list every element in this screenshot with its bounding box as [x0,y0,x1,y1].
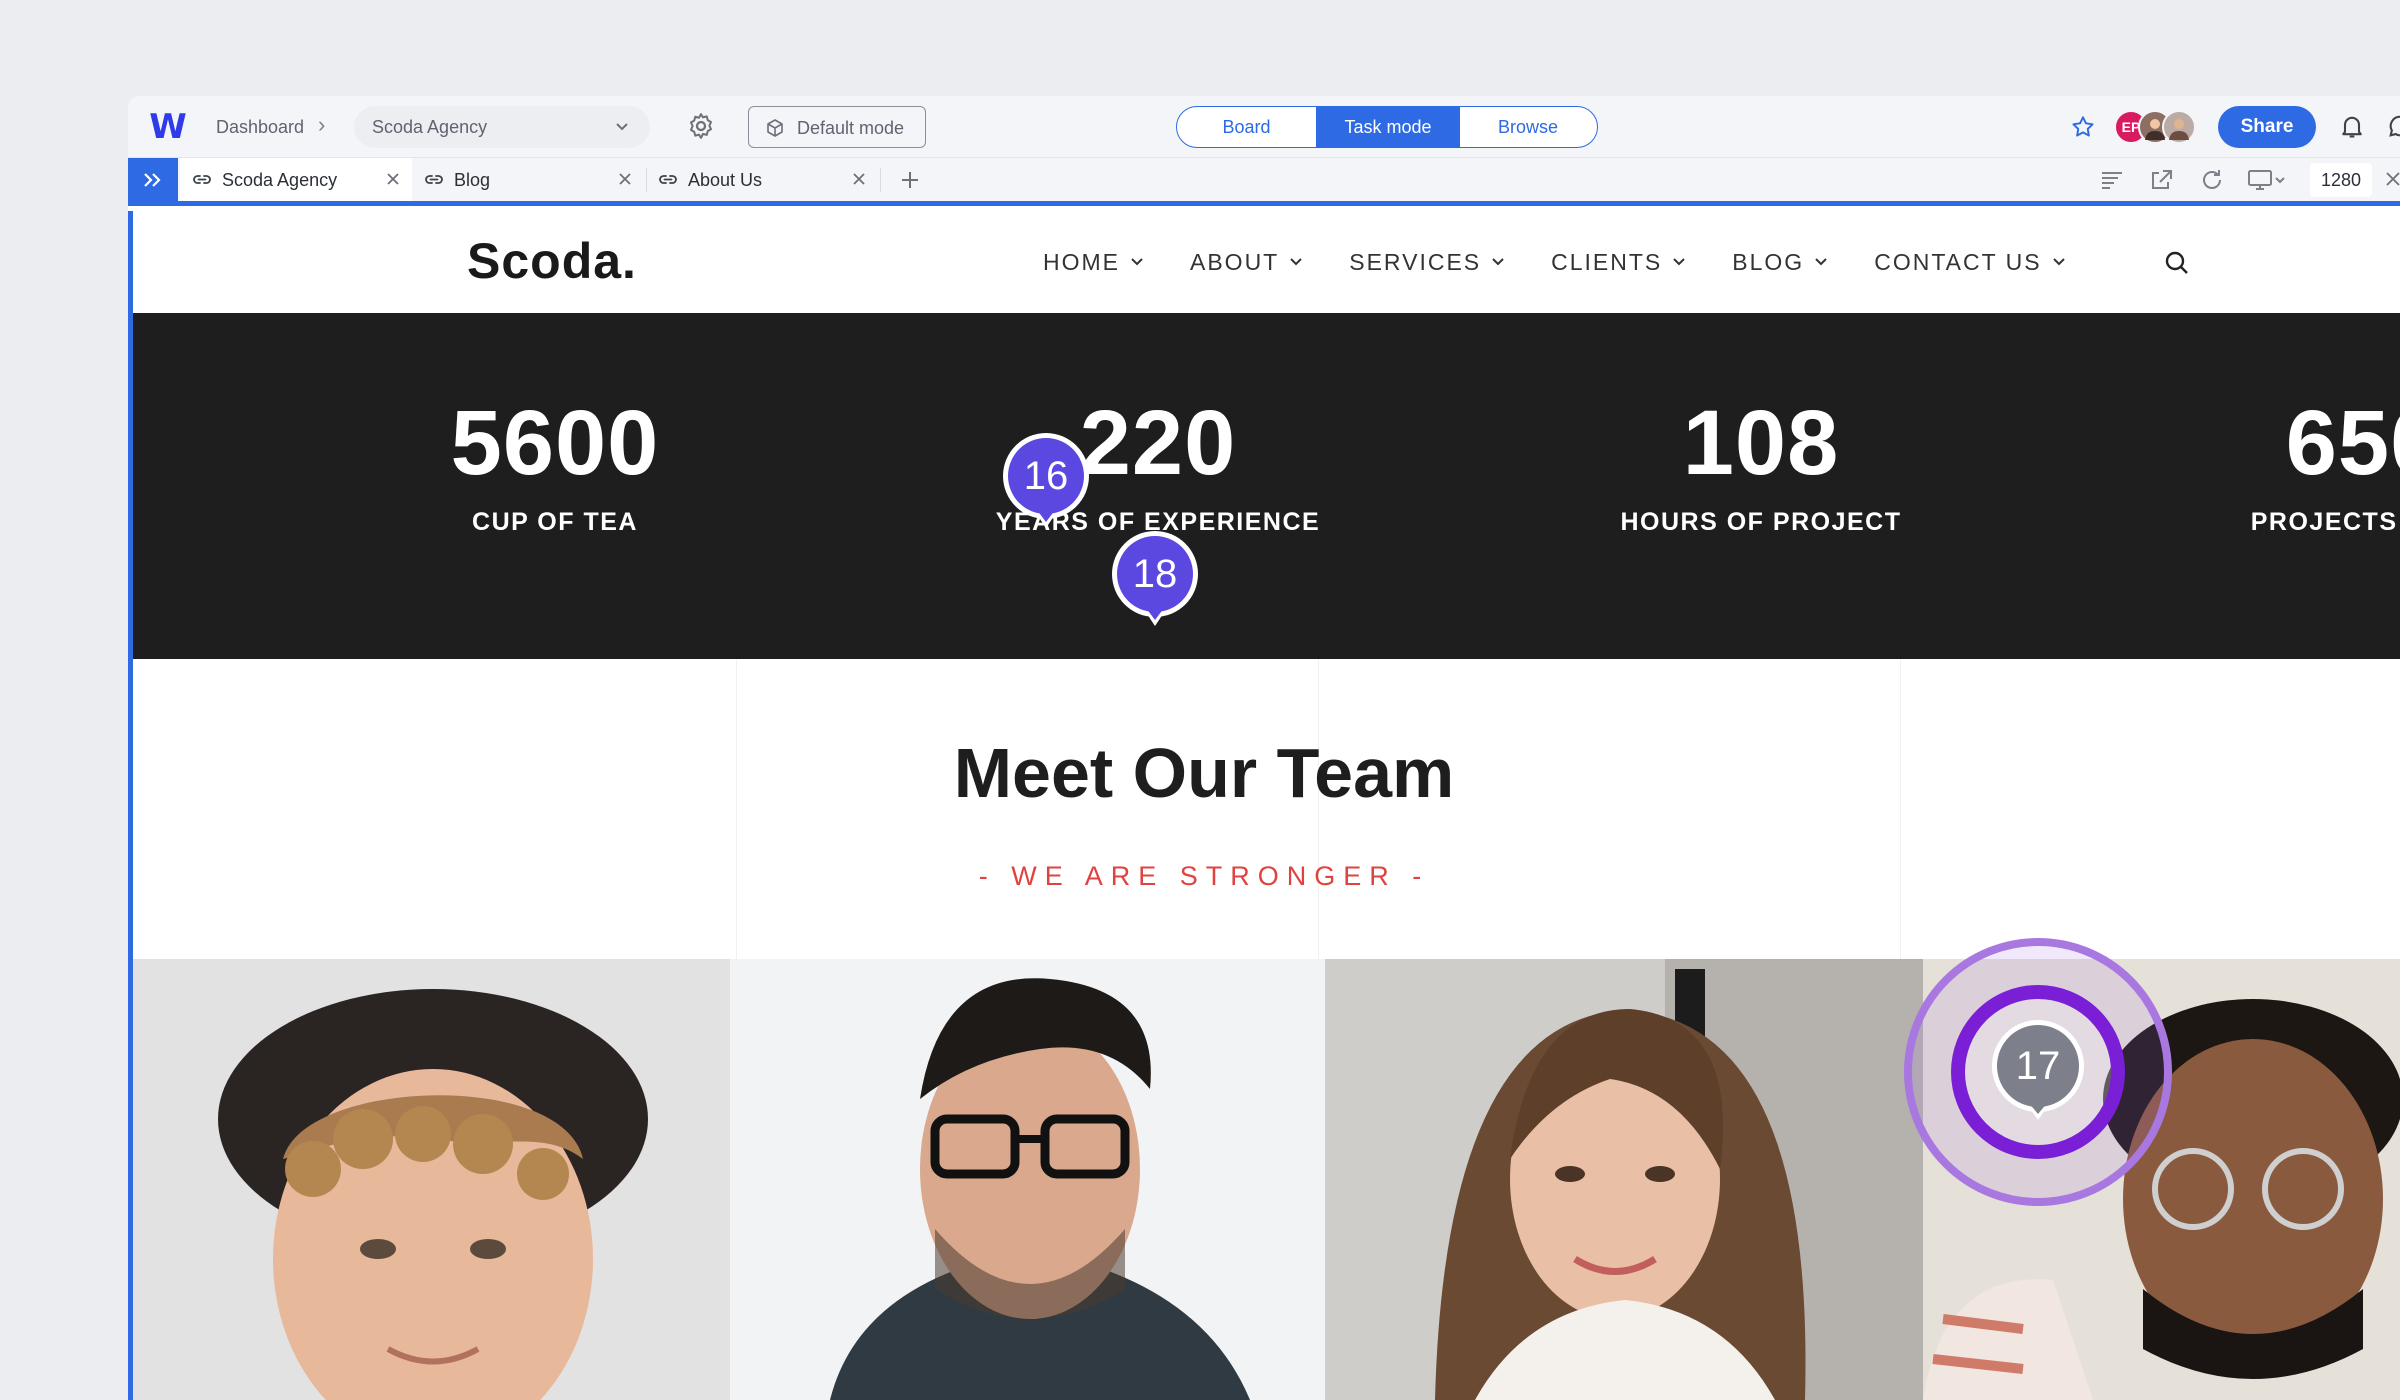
chevron-down-icon [1492,258,1504,266]
cube-icon [767,119,783,137]
close-icon[interactable] [384,170,402,188]
chevron-down-icon [616,123,628,131]
stats-section: 5600 CUP OF TEA 220 YEARS OF EXPERIENCE … [133,313,2400,659]
site-header: Scoda. HOME ABOUT SERVICES CLIENTS BLOG … [133,211,2400,313]
marker-number: 16 [1023,453,1069,498]
browse-mode-button[interactable]: Browse [1459,107,1596,147]
device-preview-icon[interactable] [2246,167,2286,193]
marker-number: 18 [1132,551,1178,596]
tab-label: About Us [688,170,763,190]
refresh-icon[interactable] [2198,167,2226,193]
external-link-icon[interactable] [2148,167,2176,193]
board-mode-button[interactable]: Board [1177,107,1317,147]
view-mode-switch: Board Task mode Browse [1176,106,1598,148]
default-mode-label: Default mode [797,118,905,138]
marker-number: 17 [2015,1043,2061,1088]
star-icon[interactable] [2070,114,2096,140]
tab-divider [880,168,881,192]
chevron-down-icon [1815,258,1827,266]
nav-label: CONTACT US [1874,249,2042,275]
stat-label: HOURS OF PROJECT [1620,508,1902,536]
share-button[interactable]: Share [2218,106,2316,148]
user-photo-icon [2169,119,2189,140]
nav-label: ABOUT [1190,249,1280,275]
link-icon [659,175,677,184]
stat-item: 650 PROJECTS WINS [2164,393,2400,537]
team-title: Meet Our Team [953,734,1455,812]
bell-icon[interactable] [2338,112,2366,140]
project-select-value: Scoda Agency [372,117,488,137]
chevron-down-icon [1673,258,1685,266]
list-icon[interactable] [2098,167,2126,193]
chevron-down-icon [2052,258,2065,266]
breadcrumb-dashboard[interactable]: Dashboard [216,116,304,138]
stat-value: 108 [1682,392,1840,494]
link-icon [193,175,211,184]
site-nav: HOME ABOUT SERVICES CLIENTS BLOG CONTACT… [1043,247,2112,277]
nav-item-contact-us[interactable]: CONTACT US [1874,247,2065,277]
team-member-photo[interactable] [133,959,730,1400]
site-logo[interactable]: Scoda. [467,233,637,289]
nav-item-home[interactable]: HOME [1043,247,1144,277]
nav-item-clients[interactable]: CLIENTS [1551,247,1686,277]
tab-scoda-agency[interactable]: Scoda Agency [180,158,412,201]
project-select[interactable]: Scoda Agency [354,106,650,148]
close-icon[interactable] [616,170,634,188]
comment-icon[interactable] [2386,112,2400,140]
close-icon[interactable] [850,170,868,188]
app-window: W Dashboard › Scoda Agency Default mode … [128,96,2400,1400]
collaborator-avatars[interactable]: EP [2114,110,2204,144]
chevron-down-icon [1131,258,1143,266]
page-tab-bar: Scoda Agency Blog About Us 1280 [128,158,2400,206]
nav-label: CLIENTS [1551,249,1663,275]
default-mode-button[interactable]: Default mode [748,106,926,148]
tab-label: Scoda Agency [222,170,338,190]
team-member-1-image [133,959,730,1400]
top-toolbar: W Dashboard › Scoda Agency Default mode … [128,96,2400,158]
team-member-photo[interactable] [730,959,1325,1400]
stat-label: CUP OF TEA [472,508,638,536]
stat-value: 5600 [450,392,660,494]
nav-item-services[interactable]: SERVICES [1349,247,1505,277]
team-member-3-image [1325,959,1923,1400]
tab-about-us[interactable]: About Us [646,158,878,201]
add-tab-icon[interactable] [898,168,922,192]
task-mode-button[interactable]: Task mode [1317,107,1459,147]
comment-marker-17-selected[interactable]: 17 [1902,936,2174,1208]
search-icon[interactable] [2163,249,2191,277]
link-icon [425,175,443,184]
chevron-right-icon: › [318,112,326,137]
tab-label: Blog [454,170,491,190]
expand-panel-button[interactable] [128,158,178,201]
stat-value: 650 [2285,392,2400,494]
stat-label: PROJECTS WINS [2250,508,2400,536]
viewport-width-input[interactable]: 1280 [2310,163,2372,197]
double-chevron-right-icon [144,172,161,187]
webflow-logo-icon[interactable]: W [144,110,188,144]
team-member-photo[interactable] [1325,959,1923,1400]
team-section-header: Meet Our Team - WE ARE STRONGER - [133,659,2400,959]
avatar [2162,110,2196,144]
stat-item: 5600 CUP OF TEA [355,393,755,537]
site-preview: Scoda. HOME ABOUT SERVICES CLIENTS BLOG … [128,211,2400,1400]
chevron-down-icon [1290,258,1302,266]
tab-blog[interactable]: Blog [412,158,644,201]
nav-item-blog[interactable]: BLOG [1732,247,1828,277]
close-icon[interactable] [2384,170,2400,188]
comment-marker-18[interactable]: 18 [1109,528,1201,632]
team-subtitle: - WE ARE STRONGER - [978,861,1430,891]
nav-item-about[interactable]: ABOUT [1190,247,1303,277]
stat-item: 108 HOURS OF PROJECT [1561,393,1961,537]
comment-marker-16[interactable]: 16 [1000,430,1092,534]
team-member-2-image [730,959,1325,1400]
nav-label: BLOG [1732,249,1805,275]
gear-icon[interactable] [686,111,716,141]
nav-label: HOME [1043,249,1120,275]
nav-label: SERVICES [1349,249,1482,275]
